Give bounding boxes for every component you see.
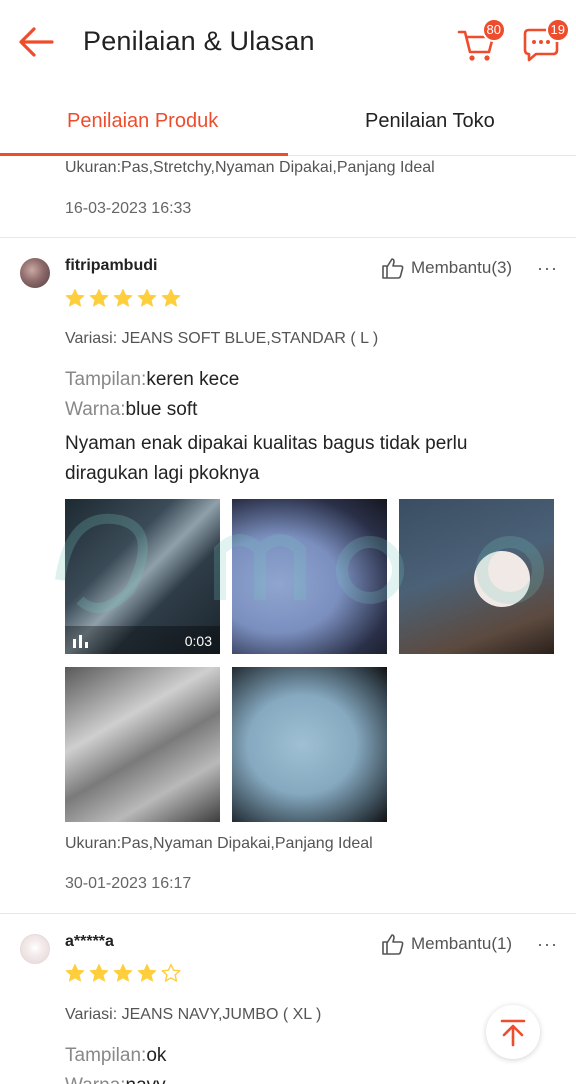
cart-badge: 80 bbox=[481, 18, 506, 42]
review-photo[interactable] bbox=[65, 667, 220, 822]
review-divider bbox=[0, 237, 576, 238]
attr-value: keren kece bbox=[146, 369, 240, 390]
review-photo[interactable] bbox=[399, 499, 554, 654]
more-options-button[interactable]: ··· bbox=[537, 934, 558, 955]
chat-badge: 19 bbox=[545, 18, 570, 42]
attr-value: ok bbox=[146, 1045, 167, 1066]
star-filled-icon bbox=[113, 964, 133, 982]
review-attr-color: Warna:blue soft bbox=[65, 399, 197, 421]
helpful-button[interactable]: Membantu(1) bbox=[381, 930, 512, 958]
helpful-count: Membantu(1) bbox=[411, 934, 513, 953]
star-filled-icon bbox=[161, 289, 181, 307]
helpful-count: Membantu(3) bbox=[411, 258, 513, 277]
star-filled-icon bbox=[137, 964, 157, 982]
attr-value: blue soft bbox=[125, 399, 198, 420]
video-icon bbox=[73, 635, 88, 648]
active-tab-indicator bbox=[0, 153, 288, 156]
review-variation: Variasi: JEANS NAVY,JUMBO ( XL ) bbox=[65, 1006, 322, 1023]
review-attr-color: Warna:navy bbox=[65, 1075, 166, 1084]
review-photo[interactable] bbox=[232, 667, 387, 822]
tab-product-reviews[interactable]: Penilaian Produk bbox=[67, 110, 218, 133]
rating-stars bbox=[65, 288, 181, 308]
star-filled-icon bbox=[89, 289, 109, 307]
review-date: 30-01-2023 16:17 bbox=[65, 875, 192, 892]
page-title: Penilaian & Ulasan bbox=[83, 26, 315, 56]
attr-label: Tampilan: bbox=[65, 1045, 147, 1066]
star-empty-icon bbox=[161, 963, 181, 982]
review-size-tags: Ukuran:Pas,Stretchy,Nyaman Dipakai,Panja… bbox=[65, 159, 435, 176]
tab-shop-reviews[interactable]: Penilaian Toko bbox=[365, 110, 495, 133]
attr-label: Warna: bbox=[65, 399, 126, 420]
review-video-thumbnail[interactable]: 0:03 bbox=[65, 499, 220, 654]
back-arrow-icon[interactable] bbox=[16, 24, 56, 60]
star-filled-icon bbox=[113, 289, 133, 307]
review-comment: Nyaman enak dipakai kualitas bagus tidak… bbox=[65, 433, 468, 484]
review-attr-appearance: Tampilan:keren kece bbox=[65, 369, 239, 391]
review-attr-appearance: Tampilan:ok bbox=[65, 1045, 166, 1067]
rating-stars bbox=[65, 963, 181, 983]
review-tabs: Penilaian Produk Penilaian Toko bbox=[0, 86, 576, 156]
thumbs-up-icon bbox=[382, 934, 404, 955]
review-divider bbox=[0, 913, 576, 914]
star-filled-icon bbox=[65, 964, 85, 982]
arrow-up-icon bbox=[500, 1019, 526, 1047]
attr-label: Warna: bbox=[65, 1075, 126, 1084]
star-filled-icon bbox=[137, 289, 157, 307]
star-filled-icon bbox=[65, 289, 85, 307]
review-size-tags: Ukuran:Pas,Nyaman Dipakai,Panjang Ideal bbox=[65, 835, 373, 852]
star-filled-icon bbox=[89, 964, 109, 982]
attr-label: Tampilan: bbox=[65, 369, 147, 390]
chat-button[interactable]: 19 bbox=[520, 18, 570, 64]
video-duration: 0:03 bbox=[184, 633, 212, 649]
helpful-button[interactable]: Membantu(3) bbox=[381, 254, 512, 282]
reviewer-name[interactable]: a*****a bbox=[65, 933, 114, 951]
attr-value: navy bbox=[126, 1075, 166, 1084]
thumbs-up-icon bbox=[382, 258, 404, 279]
cart-button[interactable]: 80 bbox=[456, 18, 506, 64]
reviewer-name[interactable]: fitripambudi bbox=[65, 257, 157, 275]
more-options-button[interactable]: ··· bbox=[537, 258, 558, 279]
review-date: 16-03-2023 16:33 bbox=[65, 200, 192, 217]
product-tag-image bbox=[474, 551, 530, 607]
scroll-to-top-button[interactable] bbox=[486, 1005, 540, 1059]
avatar[interactable] bbox=[20, 934, 50, 964]
review-photo[interactable] bbox=[232, 499, 387, 654]
app-header: Penilaian & Ulasan 80 19 bbox=[0, 0, 576, 86]
avatar[interactable] bbox=[20, 258, 50, 288]
review-variation: Variasi: JEANS SOFT BLUE,STANDAR ( L ) bbox=[65, 330, 379, 347]
